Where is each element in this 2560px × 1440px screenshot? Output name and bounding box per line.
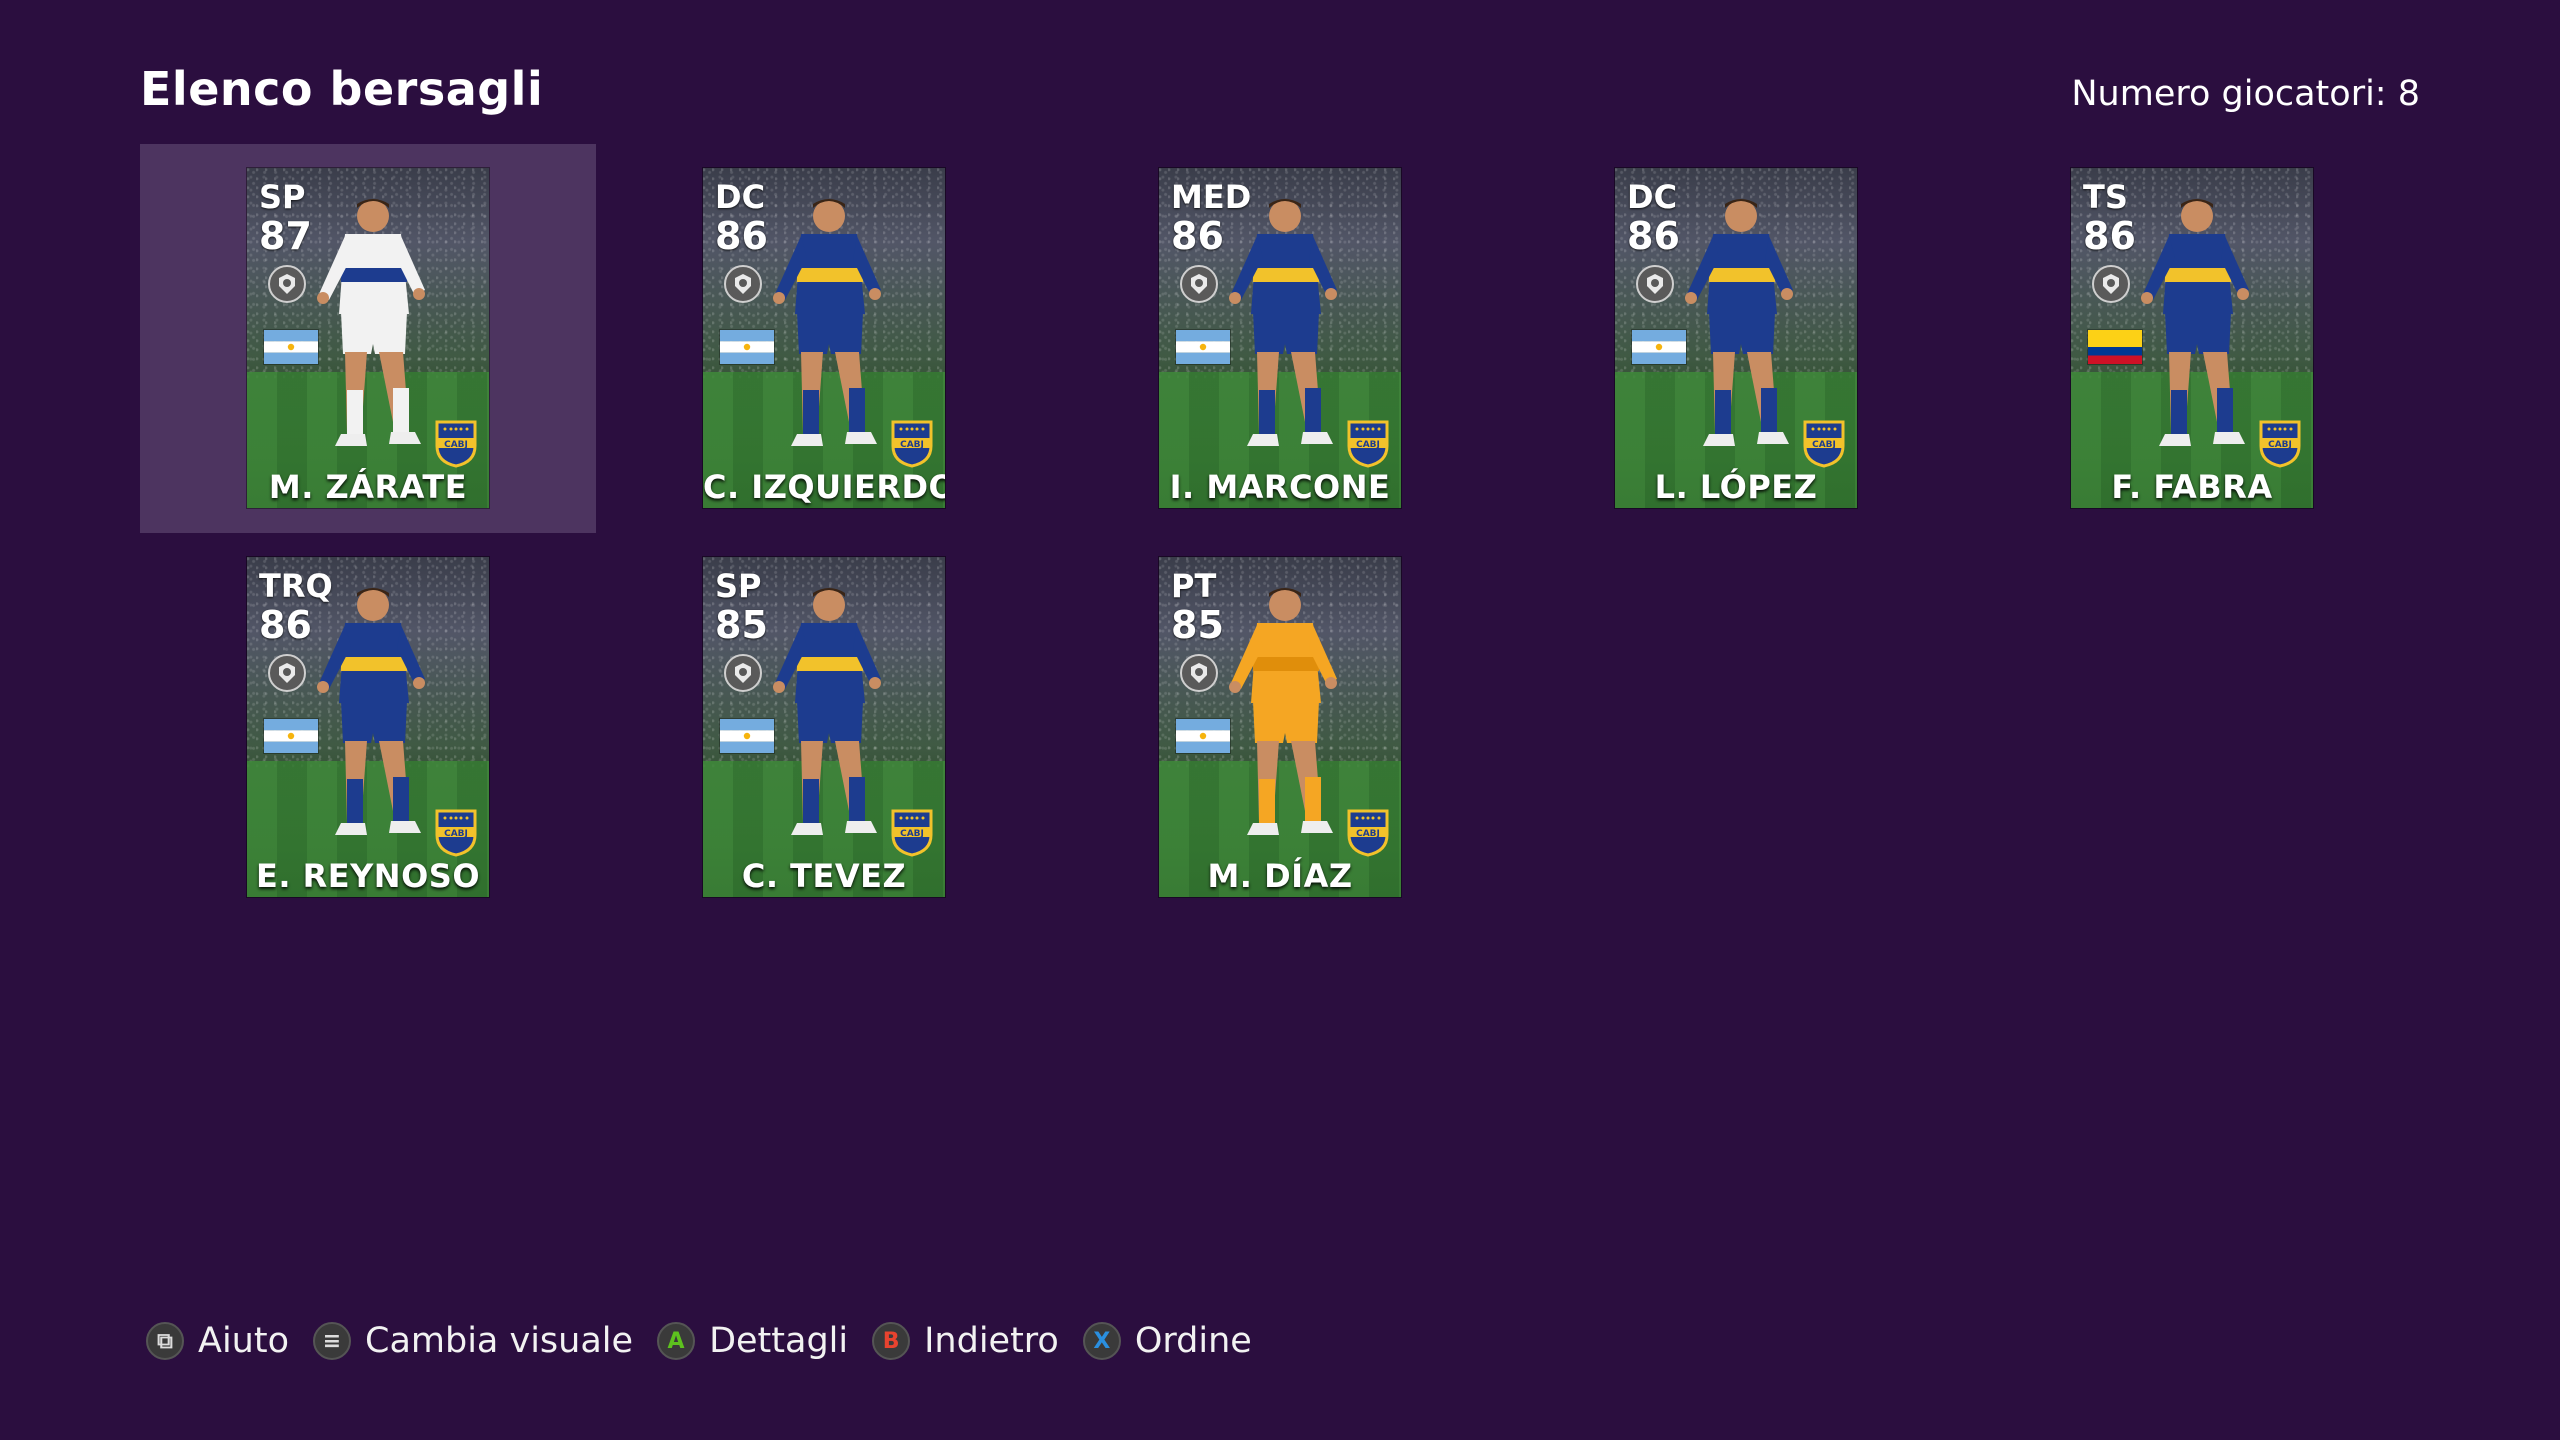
player-photo bbox=[305, 583, 435, 863]
player-position: DC bbox=[1627, 178, 1678, 216]
hint-ordine[interactable]: X Ordine bbox=[1082, 1321, 1252, 1361]
player-photo bbox=[2129, 194, 2259, 474]
player-type-badge-icon bbox=[267, 653, 307, 693]
player-position: DC bbox=[715, 178, 766, 216]
hint-label: Indietro bbox=[924, 1321, 1059, 1361]
player-photo bbox=[1217, 583, 1347, 863]
screen: Elenco bersagli Numero giocatori: 8 SP 8… bbox=[0, 0, 2560, 1440]
player-position: SP bbox=[259, 178, 306, 216]
player-rating: 85 bbox=[1171, 603, 1224, 647]
player-type-badge-icon bbox=[723, 264, 763, 304]
player-card[interactable]: TS 86 CABJ F. FABRA bbox=[2071, 168, 2313, 508]
player-type-badge-icon bbox=[723, 653, 763, 693]
colombia-flag-icon bbox=[2088, 330, 2142, 364]
argentina-flag-icon bbox=[720, 719, 774, 753]
player-card[interactable]: PT 85 CABJ M. DÍAZ bbox=[1159, 557, 1401, 897]
player-name: C. IZQUIERDOZ bbox=[703, 468, 945, 506]
argentina-flag-icon bbox=[1632, 330, 1686, 364]
player-card[interactable]: DC 86 CABJ C. IZQUIERDOZ bbox=[703, 168, 945, 508]
player-card-cell[interactable]: MED 86 CABJ I. MARCONE bbox=[1052, 144, 1508, 533]
club-crest-icon: CABJ bbox=[889, 807, 935, 857]
hint-label: Ordine bbox=[1134, 1321, 1252, 1361]
player-photo bbox=[305, 194, 435, 474]
player-photo bbox=[761, 583, 891, 863]
svg-text:CABJ: CABJ bbox=[444, 440, 468, 450]
button-hints-bar: ⧉ Aiuto ≡ Cambia visuale A Dettagli B Indietro X… bbox=[146, 1316, 1276, 1366]
player-name: E. REYNOSO bbox=[255, 857, 481, 895]
svg-text:CABJ: CABJ bbox=[1356, 440, 1380, 450]
player-card-cell[interactable]: PT 85 CABJ M. DÍAZ bbox=[1052, 533, 1508, 922]
player-rating: 86 bbox=[715, 214, 768, 258]
player-name: L. LÓPEZ bbox=[1654, 468, 1818, 506]
hint-label: Dettagli bbox=[709, 1321, 849, 1361]
player-position: SP bbox=[715, 567, 762, 605]
player-count: Numero giocatori: 8 bbox=[2071, 74, 2420, 114]
player-name: M. DÍAZ bbox=[1207, 857, 1353, 895]
player-photo bbox=[1217, 194, 1347, 474]
player-card-cell[interactable]: TS 86 CABJ F. FABRA bbox=[1964, 144, 2420, 533]
hint-dettagli[interactable]: A Dettagli bbox=[657, 1321, 848, 1361]
club-crest-icon: CABJ bbox=[1345, 418, 1391, 468]
club-crest-icon: CABJ bbox=[889, 418, 935, 468]
player-type-badge-icon bbox=[1635, 264, 1675, 304]
player-rating: 86 bbox=[2083, 214, 2136, 258]
argentina-flag-icon bbox=[264, 330, 318, 364]
hint-indietro[interactable]: B Indietro bbox=[872, 1321, 1059, 1361]
club-crest-icon: CABJ bbox=[2257, 418, 2303, 468]
hint-label: Aiuto bbox=[198, 1321, 289, 1361]
player-card[interactable]: SP 87 CABJ M. ZÁRATE bbox=[247, 168, 489, 508]
hint-label: Cambia visuale bbox=[365, 1321, 634, 1361]
player-card[interactable]: MED 86 CABJ I. MARCONE bbox=[1159, 168, 1401, 508]
player-position: TRQ bbox=[259, 567, 333, 605]
player-position: MED bbox=[1171, 178, 1252, 216]
club-crest-icon: CABJ bbox=[1801, 418, 1847, 468]
player-card-cell[interactable]: DC 86 CABJ L. LÓPEZ bbox=[1508, 144, 1964, 533]
player-card-cell[interactable]: SP 85 CABJ C. TEVEZ bbox=[596, 533, 1052, 922]
hint-aiuto[interactable]: ⧉ Aiuto bbox=[146, 1321, 289, 1361]
argentina-flag-icon bbox=[720, 330, 774, 364]
argentina-flag-icon bbox=[1176, 330, 1230, 364]
player-type-badge-icon bbox=[267, 264, 307, 304]
club-crest-icon: CABJ bbox=[1345, 807, 1391, 857]
svg-text:CABJ: CABJ bbox=[900, 829, 924, 839]
player-rating: 86 bbox=[1171, 214, 1224, 258]
player-type-badge-icon bbox=[1179, 264, 1219, 304]
player-card-cell[interactable]: DC 86 CABJ C. IZQUIERDOZ bbox=[596, 144, 1052, 533]
view-button-icon: ⧉ bbox=[146, 1322, 184, 1360]
argentina-flag-icon bbox=[1176, 719, 1230, 753]
hint-cambia-visuale[interactable]: ≡ Cambia visuale bbox=[313, 1321, 633, 1361]
argentina-flag-icon bbox=[264, 719, 318, 753]
svg-text:CABJ: CABJ bbox=[1812, 440, 1836, 450]
a-button-icon: A bbox=[657, 1322, 696, 1360]
svg-text:CABJ: CABJ bbox=[900, 440, 924, 450]
player-rating: 86 bbox=[1627, 214, 1680, 258]
svg-text:CABJ: CABJ bbox=[1356, 829, 1380, 839]
player-photo bbox=[761, 194, 891, 474]
svg-text:CABJ: CABJ bbox=[2268, 440, 2292, 450]
player-photo bbox=[1673, 194, 1803, 474]
club-crest-icon: CABJ bbox=[433, 418, 479, 468]
player-rating: 86 bbox=[259, 603, 312, 647]
page-title: Elenco bersagli bbox=[140, 62, 544, 116]
menu-button-icon: ≡ bbox=[313, 1322, 351, 1360]
player-position: PT bbox=[1171, 567, 1217, 605]
player-name: C. TEVEZ bbox=[741, 857, 907, 895]
player-card-cell[interactable]: TRQ 86 CABJ E. REYNOSO bbox=[140, 533, 596, 922]
b-button-icon: B bbox=[872, 1322, 911, 1360]
player-name: I. MARCONE bbox=[1169, 468, 1391, 506]
player-card[interactable]: DC 86 CABJ L. LÓPEZ bbox=[1615, 168, 1857, 508]
player-card-cell[interactable]: SP 87 CABJ M. ZÁRATE bbox=[140, 144, 596, 533]
player-name: F. FABRA bbox=[2111, 468, 2273, 506]
player-rating: 87 bbox=[259, 214, 312, 258]
player-type-badge-icon bbox=[2091, 264, 2131, 304]
x-button-icon: X bbox=[1082, 1322, 1121, 1360]
svg-text:CABJ: CABJ bbox=[444, 829, 468, 839]
club-crest-icon: CABJ bbox=[433, 807, 479, 857]
player-type-badge-icon bbox=[1179, 653, 1219, 693]
player-position: TS bbox=[2083, 178, 2128, 216]
player-name: M. ZÁRATE bbox=[268, 468, 468, 506]
player-card[interactable]: TRQ 86 CABJ E. REYNOSO bbox=[247, 557, 489, 897]
player-rating: 85 bbox=[715, 603, 768, 647]
player-card[interactable]: SP 85 CABJ C. TEVEZ bbox=[703, 557, 945, 897]
